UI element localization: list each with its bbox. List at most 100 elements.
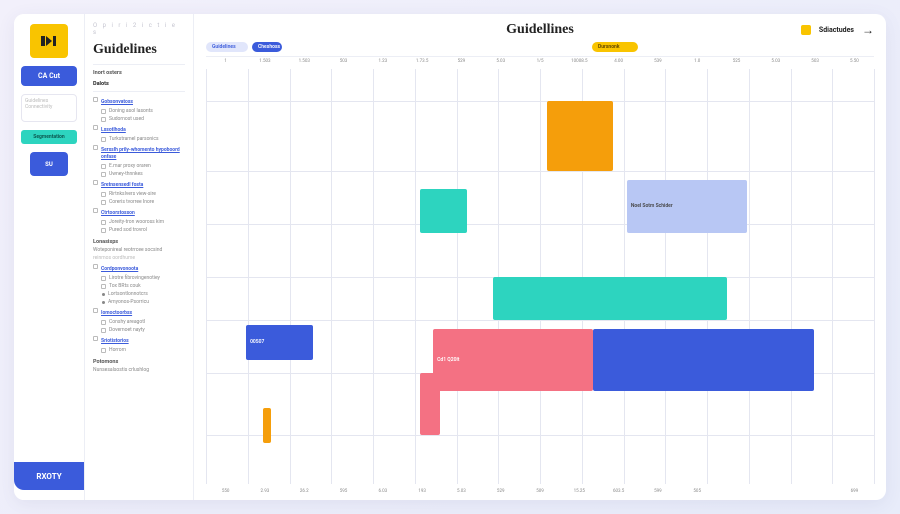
tick-label: 1.503	[245, 59, 284, 64]
tick-label: 550	[206, 489, 245, 494]
divider	[93, 64, 185, 65]
tick-label: 5.03	[481, 59, 520, 64]
outline-item[interactable]: E.mar proxy oraren	[93, 163, 185, 170]
outline-item[interactable]: Dovernoet nayty	[93, 327, 185, 334]
tick-label: 1.503	[285, 59, 324, 64]
outline-group[interactable]: Iomoctoorbss	[93, 307, 185, 318]
outline-group[interactable]: Ctrtoorstosson	[93, 207, 185, 218]
gantt-bar[interactable]: Noel Sotm Schider	[627, 180, 747, 233]
outline-item[interactable]: Rirtnkslvers view-sire	[93, 191, 185, 198]
logo-icon	[41, 34, 57, 48]
outline-line: Nunsesalsostis crlushlog	[93, 367, 185, 374]
tick-label: 539	[638, 59, 677, 64]
outline-item[interactable]: Lirotre fibrovingenotiey	[93, 275, 185, 282]
gantt-bar[interactable]	[593, 329, 813, 390]
gantt-bar[interactable]	[263, 408, 271, 443]
arrow-right-icon[interactable]: →	[862, 23, 874, 37]
axis-bottom: 5502.9326.25956.031935.0352950915.25603.…	[206, 489, 874, 494]
small-blue-button[interactable]: SU	[30, 152, 68, 176]
tick-label: 699	[835, 489, 874, 494]
gantt-bar[interactable]	[420, 189, 467, 233]
cta-button[interactable]: CA Cut	[21, 66, 77, 86]
outline-item[interactable]: Doning asol lasonts	[93, 108, 185, 115]
tick-label: 503	[324, 59, 363, 64]
outline-group[interactable]: Gobsonvatoss	[93, 96, 185, 107]
outline-item[interactable]: Uwney-thnnkes	[93, 171, 185, 178]
section-header: Lonasisps	[93, 239, 185, 245]
outline-item[interactable]: Conshy areagotl	[93, 319, 185, 326]
tick-label: 4.00	[599, 59, 638, 64]
tick-label: 1.73.5	[402, 59, 441, 64]
outline-item[interactable]: Pured sod trovrol	[93, 227, 185, 234]
bar-label: 00507	[250, 339, 264, 345]
outline-group[interactable]: Sriotistorios	[93, 335, 185, 346]
tick-label: 193	[402, 489, 441, 494]
outline-panel: O p i r i 2 i c t i e s Guidelines Inort…	[84, 14, 194, 500]
outline-item[interactable]: Coreris tvorree Inore	[93, 199, 185, 206]
grid-line-h	[206, 320, 874, 321]
tick-label: 505	[678, 489, 717, 494]
tick-label: 603.5	[599, 489, 638, 494]
gantt-bar[interactable]	[420, 373, 440, 434]
grid-line-h	[206, 171, 874, 172]
gantt-chart: 11.5031.5035031.231.73.55295.031/510008.…	[206, 56, 874, 496]
gantt-bar[interactable]	[547, 101, 614, 171]
divider	[93, 91, 185, 92]
outline-bullet: Lortsontlonnotcrs	[93, 291, 185, 298]
main-panel: Guidellines Sdiactudes → Guidelines Ches…	[194, 14, 886, 500]
grid-line-h	[206, 101, 874, 102]
tab-row: Guidelines Cheshoss Dursnonk	[206, 42, 874, 52]
section-sub: Dalots	[93, 81, 185, 87]
tick-label: 1.23	[363, 59, 402, 64]
teal-button[interactable]: Segmentation	[21, 130, 77, 144]
tick-label: 529	[442, 59, 481, 64]
outline-group[interactable]: Lssotlhoda	[93, 124, 185, 135]
outline-line: Woteponireal reotrrcee socsind	[93, 247, 185, 254]
tick-label: 595	[324, 489, 363, 494]
outline-item[interactable]: Horrom	[93, 347, 185, 354]
section-header: Inort osters	[93, 70, 185, 76]
footer-button[interactable]: RXOTY	[14, 462, 84, 490]
tab-cheshoss[interactable]: Cheshoss	[252, 42, 282, 52]
outline-item[interactable]: Tox BRts couk	[93, 283, 185, 290]
tick-label	[717, 489, 756, 494]
tick-label: 1/5	[520, 59, 559, 64]
axis-top: 11.5031.5035031.231.73.55295.031/510008.…	[206, 59, 874, 64]
outline-group[interactable]: Sersslh prily-whomento hypoboord onfase	[93, 144, 185, 162]
bar-label: Noel Sotm Schider	[631, 203, 673, 209]
outline-item[interactable]: Turkstramel parsonics	[93, 136, 185, 143]
tick-label	[795, 489, 834, 494]
gantt-bar[interactable]	[493, 277, 727, 321]
tick-label: 1.0	[678, 59, 717, 64]
outline-group[interactable]: Sretnsensedl fosta	[93, 179, 185, 190]
gantt-bar[interactable]: 00507	[246, 325, 313, 360]
outline-group[interactable]: Cordponvonoota	[93, 263, 185, 274]
header-row: Guidellines Sdiactudes →	[206, 22, 874, 38]
page-title: Guidellines	[506, 22, 574, 38]
tick-label: 525	[717, 59, 756, 64]
tick-label	[756, 489, 795, 494]
panel-title: Guidelines	[93, 42, 185, 58]
badge-icon	[801, 25, 811, 35]
nav-mini-card[interactable]: Guidelines Connectivity	[21, 94, 77, 122]
tab-dursnonk[interactable]: Dursnonk	[592, 42, 638, 52]
header-sub-label: Sdiactudes	[819, 26, 854, 34]
logo	[30, 24, 68, 58]
tick-label: 5.03	[756, 59, 795, 64]
tick-label: 599	[638, 489, 677, 494]
breadcrumb: O p i r i 2 i c t i e s	[93, 22, 185, 36]
tick-label: 26.2	[285, 489, 324, 494]
section-header: Potomons	[93, 359, 185, 365]
outline-line: reinmos oordhume	[93, 255, 185, 262]
tick-label: 15.25	[560, 489, 599, 494]
gantt-bar[interactable]: Cd1 Q20lt	[433, 329, 593, 390]
tick-label: 529	[481, 489, 520, 494]
tick-label: 1	[206, 59, 245, 64]
tab-guidelines[interactable]: Guidelines	[206, 42, 248, 52]
tick-label: 2.93	[245, 489, 284, 494]
tick-label: 503	[795, 59, 834, 64]
outline-item[interactable]: Joreity-tron wooross kim	[93, 219, 185, 226]
grid-line-v	[874, 69, 875, 484]
grid-line-h	[206, 435, 874, 436]
outline-item[interactable]: Sudornost used	[93, 116, 185, 123]
